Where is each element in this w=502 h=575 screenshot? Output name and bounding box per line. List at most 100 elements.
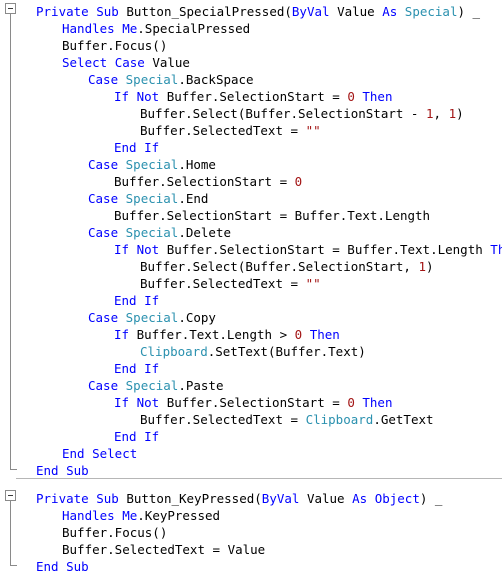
code-line[interactable]: Case Special.Paste xyxy=(88,377,223,394)
code-line[interactable]: Case Special.BackSpace xyxy=(88,71,254,88)
code-token-kw: Then xyxy=(309,327,340,342)
code-line[interactable]: Buffer.SelectionStart = Buffer.Text.Leng… xyxy=(114,207,430,224)
code-line[interactable]: Case Special.Delete xyxy=(88,224,231,241)
code-line[interactable]: Case Special.Copy xyxy=(88,309,216,326)
code-token-kw: If xyxy=(144,140,160,155)
code-token-kw: If xyxy=(144,361,160,376)
code-token-type: Special xyxy=(125,72,179,87)
code-token-kw: End xyxy=(36,559,67,574)
code-token-plain: Buffer.SelectedText = xyxy=(140,276,306,291)
code-line[interactable]: Buffer.SelectedText = Clipboard.GetText xyxy=(140,411,434,428)
code-line[interactable]: End If xyxy=(114,428,159,445)
code-line[interactable]: Buffer.Focus() xyxy=(62,37,167,54)
code-token-plain: .Copy xyxy=(178,310,216,325)
code-token-num: 0 xyxy=(347,395,355,410)
code-token-num: 0 xyxy=(347,89,355,104)
code-token-plain: ) _ xyxy=(457,4,481,19)
code-token-kw: Sub xyxy=(96,4,127,19)
code-token-plain: .SetText(Buffer.Text) xyxy=(207,344,366,359)
code-token-type: Special xyxy=(125,225,179,240)
code-token-kw: Case xyxy=(88,378,126,393)
code-line[interactable]: If Not Buffer.SelectionStart = 0 Then xyxy=(114,394,392,411)
code-token-plain: Buffer.SelectionStart = xyxy=(114,174,295,189)
code-token-kw: Then xyxy=(362,89,393,104)
code-token-type: Special xyxy=(125,191,179,206)
code-editor-window: Private Sub Button_SpecialPressed(ByVal … xyxy=(0,0,502,575)
code-token-plain: .Paste xyxy=(178,378,224,393)
code-line[interactable]: End Sub xyxy=(36,558,89,575)
code-token-plain: Buffer.Select(Buffer.SelectionStart - xyxy=(140,106,426,121)
code-line[interactable]: If Not Buffer.SelectionStart = 0 Then xyxy=(114,88,392,105)
code-token-plain: Buffer.SelectionStart = xyxy=(166,395,348,410)
code-line[interactable]: Buffer.SelectedText = "" xyxy=(140,275,321,292)
code-token-kw: Me xyxy=(122,508,138,523)
code-token-plain: Buffer.Focus() xyxy=(62,525,168,540)
code-token-kw: ByVal xyxy=(291,4,338,19)
code-token-kw: Not xyxy=(136,242,167,257)
code-token-plain: Value xyxy=(306,491,353,506)
code-token-kw: If xyxy=(114,89,137,104)
code-line[interactable]: Buffer.SelectedText = Value xyxy=(62,541,265,558)
code-token-plain: Value xyxy=(152,55,190,70)
code-token-kw: Case xyxy=(88,225,126,240)
code-line[interactable]: Case Special.End xyxy=(88,190,208,207)
code-token-plain: Button_KeyPressed( xyxy=(126,491,262,506)
code-line[interactable]: Buffer.SelectedText = "" xyxy=(140,122,321,139)
code-token-plain: .SpecialPressed xyxy=(137,21,251,36)
code-token-kw: If xyxy=(144,429,160,444)
code-line[interactable]: Buffer.Select(Buffer.SelectionStart - 1,… xyxy=(140,105,464,122)
code-token-kw: If xyxy=(114,395,137,410)
code-token-kw: Not xyxy=(136,89,167,104)
code-line[interactable]: Buffer.SelectionStart = 0 xyxy=(114,173,302,190)
code-token-plain: Buffer.SelectedText = Value xyxy=(62,542,266,557)
code-token-plain: Buffer.Select(Buffer.SelectionStart, xyxy=(140,259,419,274)
code-line[interactable]: Clipboard.SetText(Buffer.Text) xyxy=(140,343,366,360)
code-token-kw: Select xyxy=(92,446,138,461)
code-token-plain: Value xyxy=(337,4,383,19)
code-token-str: "" xyxy=(305,123,321,138)
code-token-kw: Object xyxy=(374,491,420,506)
code-token-kw: End xyxy=(114,140,145,155)
code-token-kw: Sub xyxy=(66,463,89,478)
code-token-kw: ByVal xyxy=(261,491,307,506)
code-token-plain: .GetText xyxy=(373,412,434,427)
code-token-type: Special xyxy=(125,378,179,393)
code-surface[interactable]: Private Sub Button_SpecialPressed(ByVal … xyxy=(0,0,502,575)
code-line[interactable]: Handles Me.SpecialPressed xyxy=(62,20,250,37)
code-token-kw: End xyxy=(62,446,93,461)
code-token-kw: Case xyxy=(114,55,153,70)
code-token-plain: , xyxy=(433,106,449,121)
code-line[interactable]: Private Sub Button_SpecialPressed(ByVal … xyxy=(36,3,480,20)
code-line[interactable]: End If xyxy=(114,360,159,377)
code-token-kw: Handles xyxy=(62,21,123,36)
code-line[interactable]: Handles Me.KeyPressed xyxy=(62,507,220,524)
code-token-kw: Case xyxy=(88,191,126,206)
code-token-plain: .Delete xyxy=(178,225,232,240)
code-line[interactable]: End Sub xyxy=(36,462,89,479)
code-token-plain: Buffer.SelectionStart = Buffer.Text.Leng… xyxy=(166,242,491,257)
code-line[interactable]: Select Case Value xyxy=(62,54,190,71)
code-token-kw: Handles xyxy=(62,508,123,523)
code-line[interactable]: Private Sub Button_KeyPressed(ByVal Valu… xyxy=(36,490,442,507)
code-line[interactable]: Buffer.Focus() xyxy=(62,524,167,541)
code-line[interactable]: Buffer.Select(Buffer.SelectionStart, 1) xyxy=(140,258,434,275)
code-token-kw: Case xyxy=(88,157,126,172)
code-token-kw: If xyxy=(144,293,160,308)
code-token-kw: Sub xyxy=(96,491,127,506)
code-line[interactable]: End If xyxy=(114,139,159,156)
code-token-kw: Not xyxy=(136,395,167,410)
code-token-plain: .KeyPressed xyxy=(137,508,221,523)
code-token-type: Special xyxy=(404,4,458,19)
code-line[interactable]: Case Special.Home xyxy=(88,156,216,173)
code-line[interactable]: End Select xyxy=(62,445,137,462)
code-line[interactable]: If Not Buffer.SelectionStart = Buffer.Te… xyxy=(114,241,502,258)
code-token-plain: Buffer.Text.Length > xyxy=(136,327,295,342)
code-token-plain: .Home xyxy=(178,157,216,172)
code-token-kw: Case xyxy=(88,310,126,325)
code-line[interactable]: If Buffer.Text.Length > 0 Then xyxy=(114,326,340,343)
code-token-kw: Me xyxy=(122,21,138,36)
code-token-type: Special xyxy=(125,310,179,325)
code-line[interactable]: End If xyxy=(114,292,159,309)
code-token-plain: Buffer.SelectionStart = Buffer.Text.Leng… xyxy=(114,208,431,223)
code-token-num: 0 xyxy=(294,174,303,189)
